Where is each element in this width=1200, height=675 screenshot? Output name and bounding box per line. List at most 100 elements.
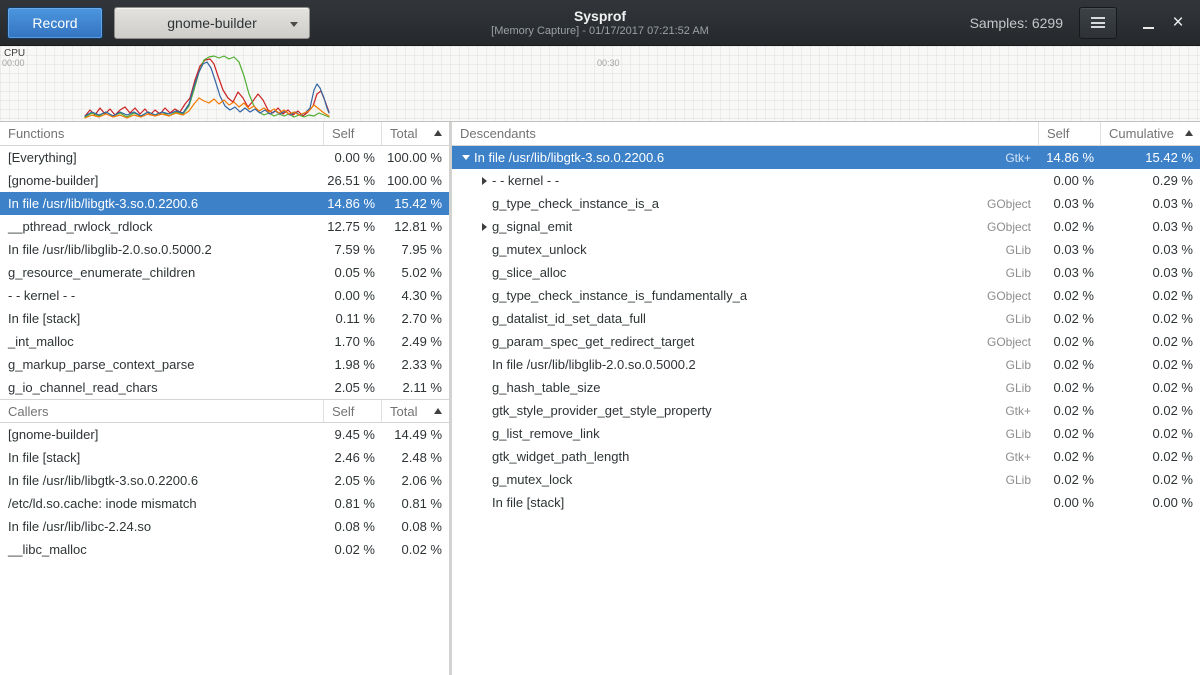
total-percent: 100.00 % [382,173,449,188]
tree-row[interactable]: gtk_style_provider_get_style_propertyGtk… [452,399,1200,422]
tree-row[interactable]: In file /usr/lib/libgtk-3.so.0.2200.6Gtk… [452,146,1200,169]
callers-self-column-header[interactable]: Self [324,400,382,422]
functions-self-column-header[interactable]: Self [324,122,382,145]
function-name: In file /usr/lib/libglib-2.0.so.0.5000.2 [0,242,324,257]
descendant-name-cell: g_mutex_lockGLib [452,472,1039,487]
function-name: gtk_widget_path_length [492,449,629,464]
callers-column-header[interactable]: Callers [0,400,324,422]
function-name: g_io_channel_read_chars [0,380,324,395]
tree-indent [458,272,476,273]
function-name: g_signal_emit [492,219,572,234]
category-label: GLib [1006,381,1039,395]
table-row[interactable]: __libc_malloc0.02 %0.02 % [0,538,449,561]
self-percent: 0.02 % [1039,380,1101,395]
descendant-name-cell: - - kernel - - [452,173,1039,188]
table-row[interactable]: __pthread_rwlock_rdlock12.75 %12.81 % [0,215,449,238]
self-percent: 0.03 % [1039,242,1101,257]
table-row[interactable]: /etc/ld.so.cache: inode mismatch0.81 %0.… [0,492,449,515]
self-percent: 9.45 % [324,427,382,442]
function-name: g_type_check_instance_is_fundamentally_a [492,288,747,303]
samples-count: Samples: 6299 [970,15,1063,31]
category-label: GObject [987,335,1039,349]
expander-closed-icon[interactable] [476,177,492,185]
table-row[interactable]: [gnome-builder]9.45 %14.49 % [0,423,449,446]
table-row[interactable]: [Everything]0.00 %100.00 % [0,146,449,169]
self-percent: 0.02 % [1039,334,1101,349]
cumulative-percent: 0.02 % [1101,334,1200,349]
expander-open-icon[interactable] [458,155,474,160]
table-row[interactable]: g_io_channel_read_chars2.05 %2.11 % [0,376,449,399]
self-percent: 14.86 % [324,196,382,211]
tree-row[interactable]: g_datalist_id_set_data_fullGLib0.02 %0.0… [452,307,1200,330]
table-row[interactable]: In file [stack]2.46 %2.48 % [0,446,449,469]
tree-indent [458,502,476,503]
cumulative-percent: 0.02 % [1101,403,1200,418]
cumulative-percent: 0.02 % [1101,311,1200,326]
table-row[interactable]: _int_malloc1.70 %2.49 % [0,330,449,353]
descendants-self-column-header[interactable]: Self [1039,122,1101,145]
self-percent: 2.05 % [324,473,382,488]
process-selector[interactable]: gnome-builder [114,7,310,39]
descendants-column-header[interactable]: Descendants [452,122,1039,145]
tree-row[interactable]: g_signal_emitGObject0.02 %0.03 % [452,215,1200,238]
total-percent: 4.30 % [382,288,449,303]
tree-row[interactable]: In file [stack]0.00 %0.00 % [452,491,1200,514]
table-row[interactable]: g_markup_parse_context_parse1.98 %2.33 % [0,353,449,376]
functions-total-column-header[interactable]: Total [382,122,449,145]
menu-button[interactable] [1079,7,1117,39]
self-percent: 0.02 % [1039,403,1101,418]
table-row[interactable]: In file /usr/lib/libgtk-3.so.0.2200.62.0… [0,469,449,492]
left-pane: Functions Self Total [Everything]0.00 %1… [0,122,449,675]
record-button[interactable]: Record [7,7,103,39]
tree-row[interactable]: - - kernel - -0.00 %0.29 % [452,169,1200,192]
tree-row[interactable]: gtk_widget_path_lengthGtk+0.02 %0.02 % [452,445,1200,468]
callers-column-label: Callers [8,404,48,419]
total-percent: 7.95 % [382,242,449,257]
tree-row[interactable]: g_param_spec_get_redirect_targetGObject0… [452,330,1200,353]
table-row[interactable]: In file /usr/lib/libglib-2.0.so.0.5000.2… [0,238,449,261]
self-percent: 2.46 % [324,450,382,465]
function-name: _int_malloc [0,334,324,349]
table-row[interactable]: - - kernel - -0.00 %4.30 % [0,284,449,307]
self-percent: 0.02 % [1039,357,1101,372]
callers-total-column-header[interactable]: Total [382,400,449,422]
tree-row[interactable]: g_hash_table_sizeGLib0.02 %0.02 % [452,376,1200,399]
category-label: GLib [1006,312,1039,326]
self-percent: 7.59 % [324,242,382,257]
cumulative-percent: 0.02 % [1101,472,1200,487]
cumulative-percent: 0.00 % [1101,495,1200,510]
table-row[interactable]: In file /usr/lib/libc-2.24.so0.08 %0.08 … [0,515,449,538]
tree-row[interactable]: g_type_check_instance_is_aGObject0.03 %0… [452,192,1200,215]
tree-row[interactable]: In file /usr/lib/libglib-2.0.so.0.5000.2… [452,353,1200,376]
table-row[interactable]: In file /usr/lib/libgtk-3.so.0.2200.614.… [0,192,449,215]
tree-row[interactable]: g_slice_allocGLib0.03 %0.03 % [452,261,1200,284]
functions-column-header[interactable]: Functions [0,122,324,145]
tree-indent [458,318,476,319]
function-name: - - kernel - - [0,288,324,303]
minimize-button[interactable] [1133,8,1163,38]
tree-indent [458,249,476,250]
self-percent: 0.05 % [324,265,382,280]
self-percent: 0.02 % [1039,288,1101,303]
cpu-graph[interactable]: CPU 00:00 00:30 [0,46,1200,122]
table-row[interactable]: g_resource_enumerate_children0.05 %5.02 … [0,261,449,284]
tree-row[interactable]: g_mutex_unlockGLib0.03 %0.03 % [452,238,1200,261]
table-row[interactable]: [gnome-builder]26.51 %100.00 % [0,169,449,192]
expander-closed-icon[interactable] [476,223,492,231]
chevron-down-icon [290,22,298,27]
cumulative-percent: 0.02 % [1101,380,1200,395]
tree-row[interactable]: g_list_remove_linkGLib0.02 %0.02 % [452,422,1200,445]
minimize-icon [1143,27,1154,29]
descendants-cumulative-column-header[interactable]: Cumulative [1101,122,1200,145]
close-icon: × [1172,13,1183,32]
close-button[interactable]: × [1163,8,1193,38]
descendant-name-cell: gtk_style_provider_get_style_propertyGtk… [452,403,1039,418]
cumulative-percent: 15.42 % [1101,150,1200,165]
self-column-label: Self [1047,126,1069,141]
table-row[interactable]: In file [stack]0.11 %2.70 % [0,307,449,330]
tree-row[interactable]: g_mutex_lockGLib0.02 %0.02 % [452,468,1200,491]
time-tick-start: 00:00 [2,58,25,68]
category-label: GLib [1006,243,1039,257]
tree-row[interactable]: g_type_check_instance_is_fundamentally_a… [452,284,1200,307]
self-percent: 1.98 % [324,357,382,372]
